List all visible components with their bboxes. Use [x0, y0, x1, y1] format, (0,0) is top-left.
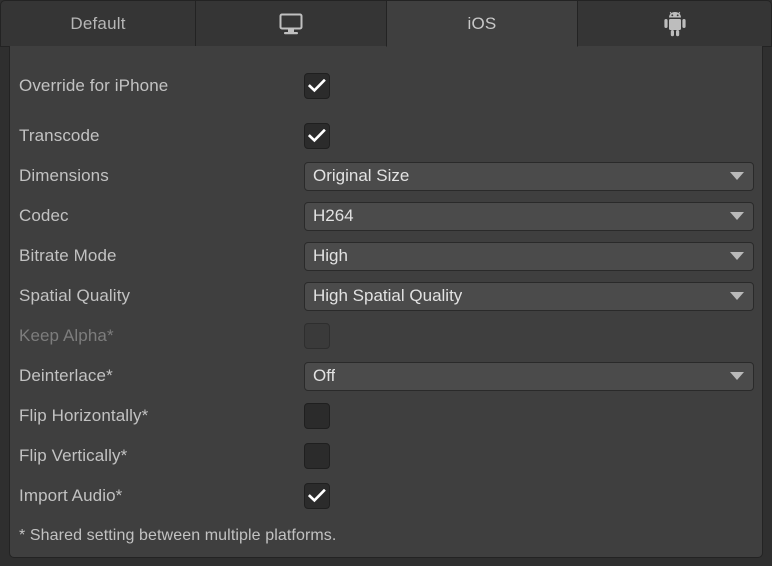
dropdown-value-dimensions: Original Size	[313, 166, 410, 185]
shared-setting-note: * Shared setting between multiple platfo…	[19, 527, 337, 544]
chevron-down-icon	[730, 172, 744, 180]
setting-row-keep-alpha: Keep Alpha*	[10, 316, 762, 356]
video-import-settings-panel: Default iOS Override for iPhone Transcode D…	[0, 0, 772, 566]
setting-label-import-audio: Import Audio*	[19, 486, 123, 505]
setting-label-codec: Codec	[19, 206, 69, 225]
settings-rows: Override for iPhone Transcode Dimensions Or…	[10, 46, 762, 557]
setting-row-codec: Codec H264	[10, 196, 762, 236]
setting-label-transcode: Transcode	[19, 126, 100, 145]
chevron-down-icon	[730, 212, 744, 220]
chevron-down-icon	[730, 252, 744, 260]
platform-tab-default[interactable]: Default	[0, 0, 196, 47]
setting-label-spatial-quality: Spatial Quality	[19, 286, 131, 305]
check-icon	[308, 79, 326, 93]
checkbox-import-audio[interactable]	[304, 483, 330, 509]
platform-tab-label: iOS	[467, 13, 497, 33]
platform-tab-bar: Default iOS	[0, 0, 772, 48]
checkbox-keep-alpha	[304, 323, 330, 349]
setting-row-flip-vertically: Flip Vertically*	[10, 436, 762, 476]
platform-tab-standalone[interactable]	[195, 0, 387, 47]
setting-row-override-for-iphone: Override for iPhone	[10, 66, 762, 106]
checkbox-flip-vertically[interactable]	[304, 443, 330, 469]
platform-tab-android[interactable]	[577, 0, 772, 47]
monitor-icon	[278, 12, 304, 36]
platform-tab-label: Default	[70, 13, 126, 33]
dropdown-deinterlace[interactable]: Off	[304, 361, 754, 391]
setting-row-deinterlace: Deinterlace* Off	[10, 356, 762, 396]
setting-row-bitrate-mode: Bitrate Mode High	[10, 236, 762, 276]
setting-label-keep-alpha: Keep Alpha*	[19, 326, 114, 345]
dropdown-spatial-quality[interactable]: High Spatial Quality	[304, 281, 754, 311]
chevron-down-icon	[730, 372, 744, 380]
setting-label-flip-vertically: Flip Vertically*	[19, 446, 128, 465]
checkbox-flip-horizontally[interactable]	[304, 403, 330, 429]
checkbox-transcode[interactable]	[304, 123, 330, 149]
chevron-down-icon	[730, 292, 744, 300]
setting-row-dimensions: Dimensions Original Size	[10, 156, 762, 196]
checkbox-override-for-iphone[interactable]	[304, 73, 330, 99]
android-icon	[663, 11, 687, 37]
setting-label-override-for-iphone: Override for iPhone	[19, 76, 169, 95]
platform-tab-ios[interactable]: iOS	[386, 0, 578, 47]
check-icon	[308, 489, 326, 503]
setting-label-flip-horizontally: Flip Horizontally*	[19, 406, 149, 425]
dropdown-bitrate-mode[interactable]: High	[304, 241, 754, 271]
setting-label-dimensions: Dimensions	[19, 166, 109, 185]
setting-row-transcode: Transcode	[10, 116, 762, 156]
check-icon	[308, 129, 326, 143]
dropdown-value-deinterlace: Off	[313, 366, 336, 385]
settings-panel: Override for iPhone Transcode Dimensions Or…	[9, 46, 763, 558]
dropdown-value-bitrate-mode: High	[313, 246, 348, 265]
setting-row-spatial-quality: Spatial Quality High Spatial Quality	[10, 276, 762, 316]
setting-label-bitrate-mode: Bitrate Mode	[19, 246, 117, 265]
dropdown-codec[interactable]: H264	[304, 201, 754, 231]
setting-label-deinterlace: Deinterlace*	[19, 366, 113, 385]
dropdown-value-spatial-quality: High Spatial Quality	[313, 286, 463, 305]
dropdown-dimensions[interactable]: Original Size	[304, 161, 754, 191]
setting-row-import-audio: Import Audio*	[10, 476, 762, 516]
setting-row-flip-horizontally: Flip Horizontally*	[10, 396, 762, 436]
dropdown-value-codec: H264	[313, 206, 354, 225]
